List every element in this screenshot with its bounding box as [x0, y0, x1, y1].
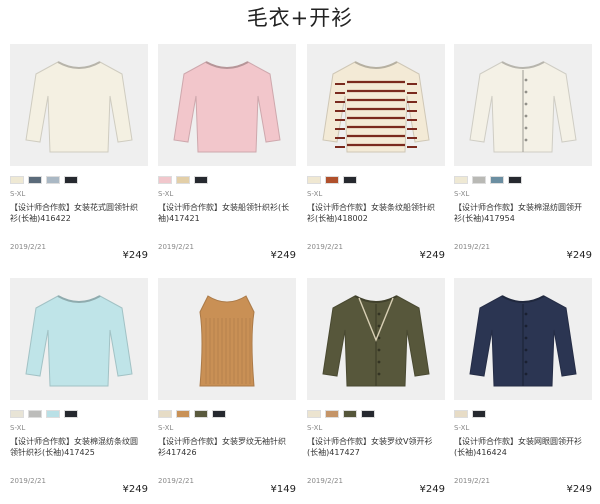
color-swatch[interactable] [194, 410, 208, 418]
color-swatch[interactable] [28, 176, 42, 184]
color-swatch[interactable] [64, 410, 78, 418]
product-price: ¥249 [270, 250, 296, 261]
product-name[interactable]: 【设计师合作款】女装船领针织衫(长袖)417421 [158, 202, 293, 224]
release-date: 2019/2/21 [10, 477, 46, 485]
navy-cardigan-icon [469, 295, 577, 387]
white-cardigan-icon [469, 61, 577, 153]
release-date: 2019/2/21 [158, 477, 194, 485]
color-swatch[interactable] [176, 176, 190, 184]
release-date: 2019/2/21 [307, 477, 343, 485]
color-swatches [454, 410, 486, 419]
product-image[interactable] [10, 278, 148, 400]
product-card[interactable]: S-XL 【设计师合作款】女装罗纹无袖针织衫417426 2019/2/21 ¥… [158, 278, 296, 503]
striped-sweater-icon [322, 61, 430, 153]
product-image[interactable] [158, 44, 296, 166]
color-swatches [307, 410, 375, 419]
product-image[interactable] [158, 278, 296, 400]
product-image[interactable] [10, 44, 148, 166]
product-name[interactable]: 【设计师合作款】女装花式圆领针织衫(长袖)416422 [10, 202, 145, 224]
release-date: 2019/2/21 [454, 477, 490, 485]
product-image[interactable] [307, 278, 445, 400]
product-card[interactable]: S-XL 【设计师合作款】女装条纹船领针织衫(长袖)418002 2019/2/… [307, 44, 445, 269]
product-image[interactable] [454, 278, 592, 400]
size-range: S-XL [454, 424, 470, 432]
product-price: ¥249 [566, 484, 592, 495]
pink-sweater-icon [173, 61, 281, 153]
olive-cardigan-icon [322, 295, 430, 387]
size-range: S-XL [454, 190, 470, 198]
color-swatch[interactable] [212, 410, 226, 418]
camel-vest-icon [199, 295, 255, 387]
color-swatches [454, 176, 522, 185]
page-title: 毛衣+开衫 [246, 6, 354, 30]
color-swatch[interactable] [64, 176, 78, 184]
product-name[interactable]: 【设计师合作款】女装网眼圆领开衫(长袖)416424 [454, 436, 589, 458]
product-name[interactable]: 【设计师合作款】女装棉混纺条纹圆领针织衫(长袖)417425 [10, 436, 145, 458]
color-swatches [158, 176, 208, 185]
color-swatch[interactable] [10, 176, 24, 184]
size-range: S-XL [307, 424, 323, 432]
white-sweater-icon [25, 61, 133, 153]
color-swatches [10, 410, 78, 419]
color-swatches [10, 176, 78, 185]
color-swatch[interactable] [454, 176, 468, 184]
size-range: S-XL [158, 190, 174, 198]
color-swatch[interactable] [307, 410, 321, 418]
color-swatch[interactable] [158, 410, 172, 418]
color-swatch[interactable] [472, 410, 486, 418]
size-range: S-XL [10, 190, 26, 198]
light-blue-sweater-icon [25, 295, 133, 387]
product-price: ¥249 [419, 250, 445, 261]
color-swatch[interactable] [325, 410, 339, 418]
color-swatch[interactable] [361, 410, 375, 418]
product-card[interactable]: S-XL 【设计师合作款】女装棉混纺圆领开衫(长袖)417954 2019/2/… [454, 44, 592, 269]
product-price: ¥249 [566, 250, 592, 261]
release-date: 2019/2/21 [307, 243, 343, 251]
product-name[interactable]: 【设计师合作款】女装条纹船领针织衫(长袖)418002 [307, 202, 442, 224]
product-card[interactable]: S-XL 【设计师合作款】女装罗纹V领开衫(长袖)417427 2019/2/2… [307, 278, 445, 503]
size-range: S-XL [307, 190, 323, 198]
size-range: S-XL [158, 424, 174, 432]
color-swatch[interactable] [343, 410, 357, 418]
color-swatch[interactable] [343, 176, 357, 184]
product-price: ¥249 [419, 484, 445, 495]
product-price: ¥249 [122, 484, 148, 495]
release-date: 2019/2/21 [454, 243, 490, 251]
release-date: 2019/2/21 [10, 243, 46, 251]
product-card[interactable]: S-XL 【设计师合作款】女装棉混纺条纹圆领针织衫(长袖)417425 2019… [10, 278, 148, 503]
product-card[interactable]: S-XL 【设计师合作款】女装花式圆领针织衫(长袖)416422 2019/2/… [10, 44, 148, 269]
color-swatches [158, 410, 226, 419]
color-swatch[interactable] [46, 410, 60, 418]
color-swatch[interactable] [490, 176, 504, 184]
color-swatch[interactable] [176, 410, 190, 418]
color-swatch[interactable] [194, 176, 208, 184]
color-swatch[interactable] [10, 410, 24, 418]
color-swatch[interactable] [158, 176, 172, 184]
color-swatch[interactable] [472, 176, 486, 184]
product-name[interactable]: 【设计师合作款】女装棉混纺圆领开衫(长袖)417954 [454, 202, 589, 224]
release-date: 2019/2/21 [158, 243, 194, 251]
product-image[interactable] [454, 44, 592, 166]
color-swatch[interactable] [46, 176, 60, 184]
product-name[interactable]: 【设计师合作款】女装罗纹无袖针织衫417426 [158, 436, 293, 458]
size-range: S-XL [10, 424, 26, 432]
product-price: ¥149 [270, 484, 296, 495]
product-name[interactable]: 【设计师合作款】女装罗纹V领开衫(长袖)417427 [307, 436, 442, 458]
color-swatch[interactable] [508, 176, 522, 184]
color-swatch[interactable] [28, 410, 42, 418]
product-price: ¥249 [122, 250, 148, 261]
color-swatch[interactable] [307, 176, 321, 184]
product-card[interactable]: S-XL 【设计师合作款】女装船领针织衫(长袖)417421 2019/2/21… [158, 44, 296, 269]
product-image[interactable] [307, 44, 445, 166]
color-swatch[interactable] [454, 410, 468, 418]
color-swatches [307, 176, 357, 185]
product-card[interactable]: S-XL 【设计师合作款】女装网眼圆领开衫(长袖)416424 2019/2/2… [454, 278, 592, 503]
color-swatch[interactable] [325, 176, 339, 184]
